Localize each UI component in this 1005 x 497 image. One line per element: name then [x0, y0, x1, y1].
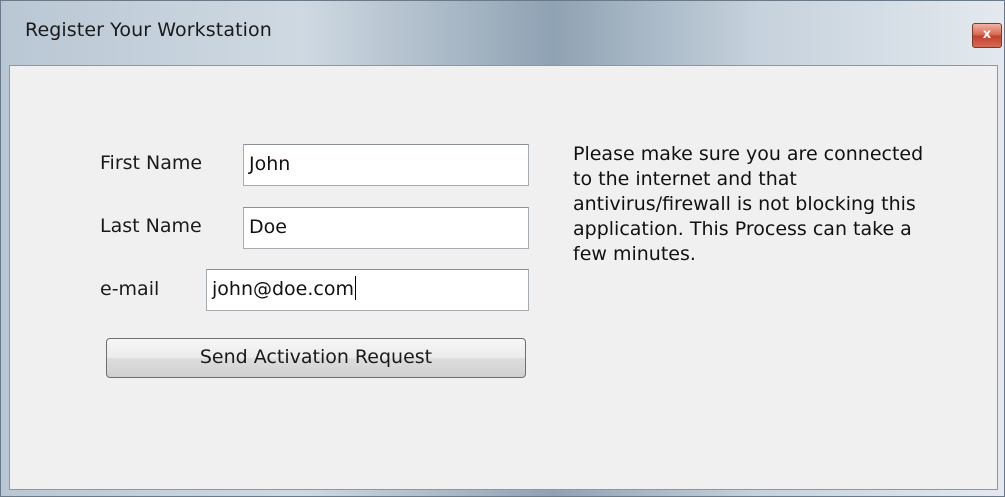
- send-activation-request-label: Send Activation Request: [199, 346, 433, 368]
- window-title: Register Your Workstation: [25, 19, 272, 41]
- register-window: Register Your Workstation x First Name J…: [0, 0, 1005, 497]
- send-activation-request-button[interactable]: Send Activation Request: [106, 338, 526, 378]
- notice-line: Please make sure you are connected: [573, 143, 924, 165]
- first-name-field[interactable]: John: [243, 144, 529, 186]
- email-field[interactable]: john@doe.com: [206, 269, 529, 311]
- notice-line: few minutes.: [573, 243, 696, 265]
- notice-line: application. This Process can take a: [573, 218, 912, 240]
- notice-line: to the internet and that: [573, 168, 797, 190]
- title-bar[interactable]: Register Your Workstation x: [1, 1, 1004, 65]
- close-icon: x: [982, 27, 992, 42]
- first-name-value: John: [249, 153, 291, 175]
- last-name-field[interactable]: Doe: [243, 207, 529, 249]
- last-name-label: Last Name: [100, 215, 202, 237]
- connection-notice: Please make sure you are connected to th…: [573, 142, 973, 267]
- text-caret: [354, 276, 356, 300]
- dialog-client-area: First Name John Last Name Doe e-mail joh…: [9, 65, 998, 490]
- last-name-value: Doe: [249, 216, 287, 238]
- email-value: john@doe.com: [212, 278, 354, 300]
- email-label: e-mail: [100, 278, 160, 300]
- notice-line: antivirus/firewall is not blocking this: [573, 193, 916, 215]
- close-button[interactable]: x: [972, 23, 1002, 48]
- first-name-label: First Name: [100, 152, 203, 174]
